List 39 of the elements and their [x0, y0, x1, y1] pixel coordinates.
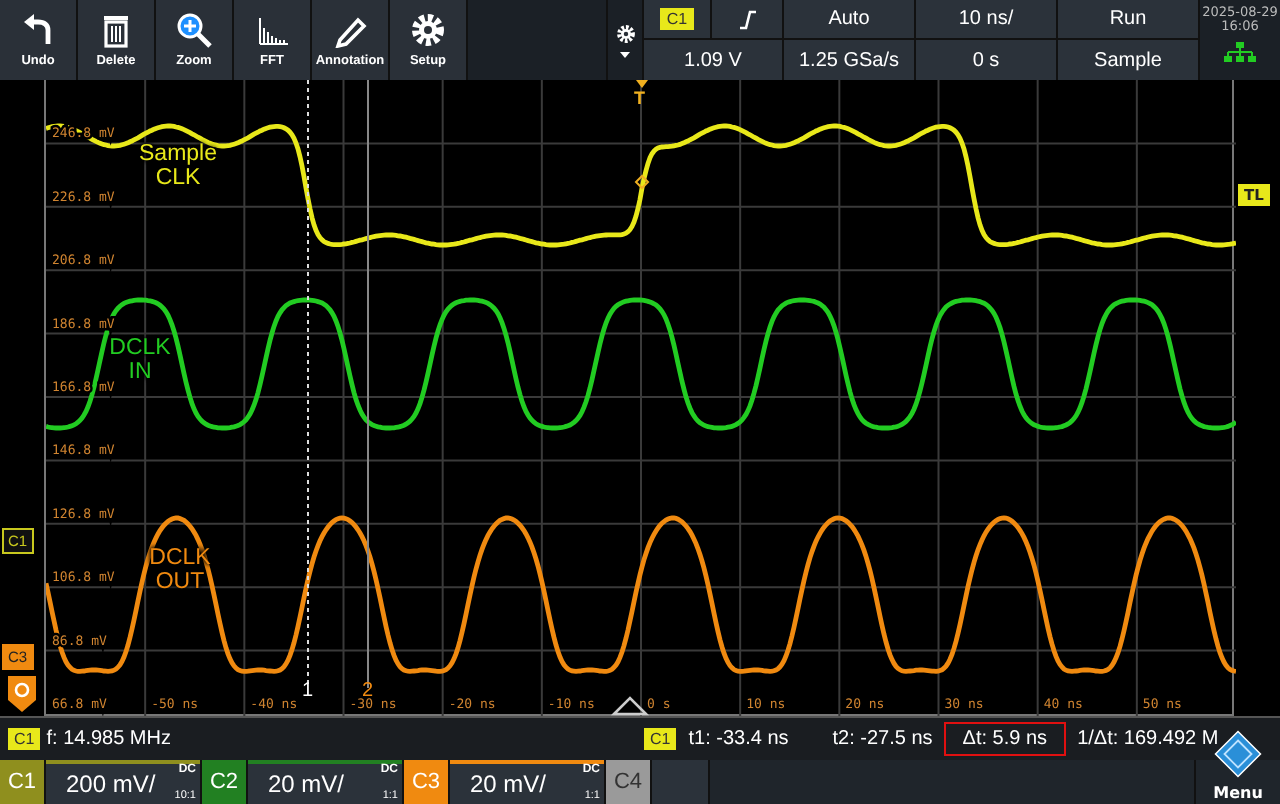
- timebase-value[interactable]: 10 ns/: [916, 0, 1056, 38]
- sample-rate[interactable]: 1.25 GSa/s: [784, 40, 914, 80]
- cursor-label[interactable]: 1: [302, 680, 314, 702]
- cursor-reading: 1/Δt: 169.492 M: [1077, 728, 1219, 750]
- trigger-level[interactable]: 1.09 V: [644, 40, 782, 80]
- pencil-icon: [332, 12, 368, 48]
- spectrum-icon: [254, 12, 290, 48]
- undo-icon: [20, 12, 56, 48]
- acquisition-mode[interactable]: Sample: [1058, 40, 1198, 80]
- source-badge: C1: [644, 728, 677, 750]
- ground-marker-icon[interactable]: [8, 676, 36, 712]
- scale-value[interactable]: 20 mV/: [268, 770, 345, 798]
- scale-value[interactable]: 200 mV/: [66, 770, 156, 798]
- trigger-marker[interactable]: T: [634, 88, 645, 108]
- delete-icon: [98, 12, 134, 48]
- source-badge: C1: [8, 728, 41, 750]
- position-marker-icon[interactable]: [610, 696, 650, 716]
- trace-label: Sample CLK: [137, 142, 219, 191]
- network-icon: [1224, 42, 1256, 63]
- zoom-icon: [176, 12, 212, 48]
- horizontal-position[interactable]: 0 s: [916, 40, 1056, 80]
- channel-button[interactable]: C2: [202, 760, 246, 804]
- delta-reading: Δt: 5.9 ns: [944, 722, 1066, 756]
- arrow-icon: [636, 80, 648, 88]
- trigger-mode[interactable]: Auto: [784, 0, 914, 38]
- trigger-source[interactable]: C1: [660, 8, 694, 30]
- settings-icon[interactable]: [615, 23, 635, 43]
- trigger-point-icon: [634, 174, 650, 190]
- trace-label: DCLK IN: [109, 336, 173, 385]
- scale-value[interactable]: 20 mV/: [470, 770, 547, 798]
- brand-logo[interactable]: [1214, 730, 1262, 778]
- cursor-reading: t1: -33.4 ns: [688, 728, 789, 750]
- run-state[interactable]: Run: [1058, 0, 1198, 38]
- cursor-reading: t2: -27.5 ns: [832, 728, 933, 750]
- frequency-reading: f: 14.985 MHz: [46, 728, 171, 750]
- channel-button[interactable]: C4: [606, 760, 650, 804]
- rising-edge-icon[interactable]: [739, 9, 755, 29]
- settings-icon: [410, 12, 446, 48]
- caret-icon[interactable]: [620, 51, 630, 57]
